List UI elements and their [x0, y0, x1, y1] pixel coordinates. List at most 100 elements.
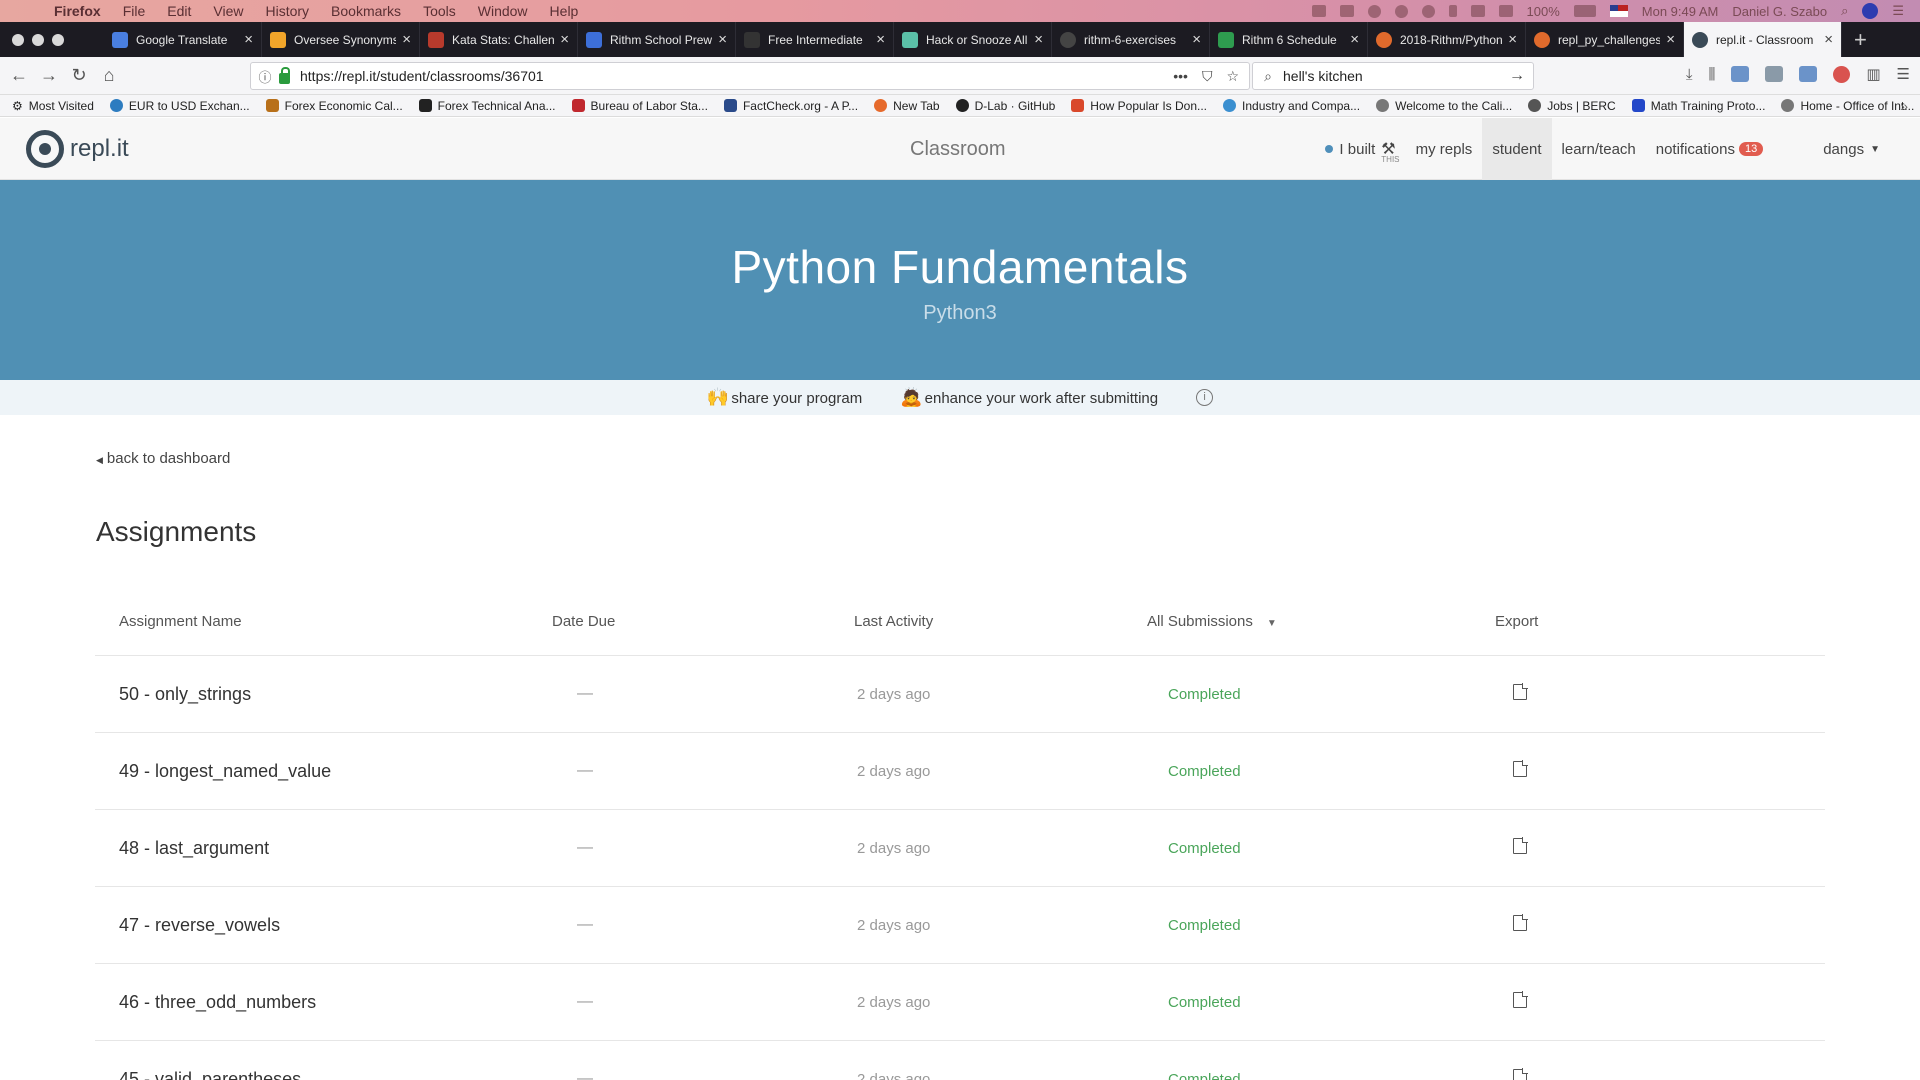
close-tab-icon[interactable]: × — [560, 31, 569, 48]
export-file-icon[interactable] — [1513, 1067, 1528, 1080]
library-icon[interactable]: ⫼ — [1708, 66, 1715, 83]
assignment-name[interactable]: 47 - reverse_vowels — [119, 915, 280, 936]
new-tab-button[interactable]: + — [1854, 27, 1867, 53]
sidebar-icon[interactable]: ▥ — [1866, 65, 1880, 83]
notification-center-icon[interactable]: ☰ — [1892, 3, 1904, 19]
wifi-icon[interactable] — [1470, 5, 1485, 17]
bookmark-eur-usd[interactable]: EUR to USD Exchan... — [109, 99, 250, 113]
bookmark-home-office[interactable]: Home - Office of Int... — [1781, 99, 1914, 113]
url-text[interactable]: https://repl.it/student/classrooms/36701 — [300, 68, 544, 84]
table-row[interactable]: 46 - three_odd_numbers — 2 days ago Comp… — [95, 964, 1825, 1041]
spotlight-icon[interactable]: ⌕ — [1841, 3, 1848, 19]
upload-icon[interactable] — [1394, 4, 1408, 18]
menu-app-name[interactable]: Firefox — [54, 3, 101, 19]
assignment-name[interactable]: 49 - longest_named_value — [119, 761, 331, 782]
bluetooth-icon[interactable] — [1448, 5, 1457, 17]
airplay-icon[interactable] — [1498, 5, 1513, 17]
close-tab-icon[interactable]: × — [1666, 31, 1675, 48]
site-info-icon[interactable]: ⓘ — [251, 67, 279, 86]
column-assignment-name[interactable]: Assignment Name — [119, 613, 242, 630]
home-icon[interactable]: ⌂ — [94, 65, 124, 86]
bookmark-how-popular[interactable]: How Popular Is Don... — [1071, 99, 1207, 113]
chevron-right-icon[interactable]: » — [1900, 98, 1908, 114]
close-tab-icon[interactable]: × — [876, 31, 885, 48]
export-file-icon[interactable] — [1513, 990, 1528, 1013]
nav-learn-teach[interactable]: learn/teach — [1552, 118, 1646, 180]
tab-kata-stats[interactable]: Kata Stats: Challenge× — [420, 22, 578, 57]
close-window-button[interactable] — [12, 33, 24, 46]
downloads-icon[interactable]: ⤓ — [1686, 66, 1693, 83]
reload-icon[interactable]: ↻ — [64, 65, 94, 86]
time-machine-icon[interactable] — [1421, 4, 1435, 18]
table-row[interactable]: 45 - valid_parentheses — 2 days ago Comp… — [95, 1041, 1825, 1080]
back-arrow-icon[interactable]: ← — [4, 65, 34, 86]
zoom-window-button[interactable] — [52, 33, 64, 46]
siri-icon[interactable] — [1862, 3, 1879, 19]
forward-arrow-icon[interactable]: → — [34, 65, 64, 86]
nav-my-repls[interactable]: my repls — [1406, 118, 1483, 180]
enhance-work-link[interactable]: 🙇 enhance your work after submitting — [900, 387, 1158, 408]
input-source-flag-icon[interactable] — [1609, 5, 1628, 17]
export-file-icon[interactable] — [1513, 759, 1528, 782]
export-file-icon[interactable] — [1513, 682, 1528, 705]
bookmark-most-visited[interactable]: ⚙ Most Visited — [12, 99, 94, 113]
adblock-icon[interactable] — [1833, 65, 1851, 83]
assignment-name[interactable]: 50 - only_strings — [119, 684, 251, 705]
back-to-dashboard-link[interactable]: ◀ back to dashboard — [96, 450, 230, 467]
headphones-icon[interactable] — [1367, 4, 1381, 18]
menu-history[interactable]: History — [265, 3, 309, 19]
battery-icon[interactable] — [1573, 5, 1596, 17]
close-tab-icon[interactable]: × — [1350, 31, 1359, 48]
minimize-window-button[interactable] — [32, 33, 44, 46]
extension-icon[interactable] — [1731, 66, 1750, 82]
nav-notifications[interactable]: notifications 13 — [1646, 118, 1773, 180]
bookmark-dlab-github[interactable]: D-Lab · GitHub — [955, 99, 1055, 113]
clock[interactable]: Mon 9:49 AM — [1642, 4, 1719, 19]
bookmark-factcheck[interactable]: FactCheck.org - A P... — [723, 99, 858, 113]
replit-logo[interactable]: repl.it — [26, 130, 129, 168]
table-row[interactable]: 48 - last_argument — 2 days ago Complete… — [95, 810, 1825, 887]
tab-hack-or-snooze[interactable]: Hack or Snooze All × — [894, 22, 1052, 57]
page-actions-icon[interactable]: ••• — [1173, 68, 1188, 85]
bookmark-forex-technical[interactable]: Forex Technical Ana... — [418, 99, 556, 113]
assignment-name[interactable]: 48 - last_argument — [119, 838, 269, 859]
info-icon[interactable]: i — [1196, 389, 1214, 406]
export-file-icon[interactable] — [1513, 913, 1528, 936]
menu-view[interactable]: View — [213, 3, 243, 19]
search-go-arrow-icon[interactable]: → — [1509, 67, 1525, 85]
tab-2018-rithm-python[interactable]: 2018-Rithm/Python × — [1368, 22, 1526, 57]
tab-rithm-prework[interactable]: Rithm School Prework× — [578, 22, 736, 57]
table-row[interactable]: 47 - reverse_vowels — 2 days ago Complet… — [95, 887, 1825, 964]
close-tab-icon[interactable]: × — [1824, 31, 1833, 48]
bookmark-forex-economic[interactable]: Forex Economic Cal... — [265, 99, 403, 113]
tab-repl-classroom[interactable]: repl.it - Classroom × — [1684, 22, 1842, 57]
search-input[interactable]: hell's kitchen — [1283, 68, 1363, 84]
menu-tools[interactable]: Tools — [423, 3, 456, 19]
tab-rithm-exercises[interactable]: rithm-6-exercises × — [1052, 22, 1210, 57]
column-last-activity[interactable]: Last Activity — [854, 613, 933, 630]
url-bar[interactable]: ⓘ https://repl.it/student/classrooms/367… — [250, 62, 1250, 90]
bookmark-bureau-labor[interactable]: Bureau of Labor Sta... — [571, 99, 708, 113]
close-tab-icon[interactable]: × — [244, 31, 253, 48]
close-tab-icon[interactable]: × — [1192, 31, 1201, 48]
hamburger-menu-icon[interactable]: ☰ — [1897, 65, 1910, 83]
menu-edit[interactable]: Edit — [167, 3, 191, 19]
table-row[interactable]: 49 - longest_named_value — 2 days ago Co… — [95, 733, 1825, 810]
export-file-icon[interactable] — [1513, 836, 1528, 859]
tab-free-intermediate[interactable]: Free Intermediate × — [736, 22, 894, 57]
pocket-icon[interactable]: ⛉ — [1202, 68, 1213, 85]
tab-oversee-synonyms[interactable]: Oversee Synonyms × — [262, 22, 420, 57]
chat-icon[interactable] — [1311, 5, 1326, 17]
tab-repl-py-challenges[interactable]: repl_py_challenges × — [1526, 22, 1684, 57]
menu-file[interactable]: File — [123, 3, 146, 19]
bookmark-math-training[interactable]: Math Training Proto... — [1631, 99, 1765, 113]
bookmark-jobs-berc[interactable]: Jobs | BERC — [1528, 99, 1616, 113]
search-bar[interactable]: ⌕ hell's kitchen → — [1252, 62, 1534, 90]
menu-help[interactable]: Help — [550, 3, 579, 19]
assignment-name[interactable]: 46 - three_odd_numbers — [119, 992, 316, 1013]
nav-student[interactable]: student — [1482, 118, 1552, 180]
bookmark-new-tab[interactable]: New Tab — [874, 99, 940, 113]
column-date-due[interactable]: Date Due — [552, 613, 615, 630]
menu-bookmarks[interactable]: Bookmarks — [331, 3, 401, 19]
close-tab-icon[interactable]: × — [718, 31, 727, 48]
